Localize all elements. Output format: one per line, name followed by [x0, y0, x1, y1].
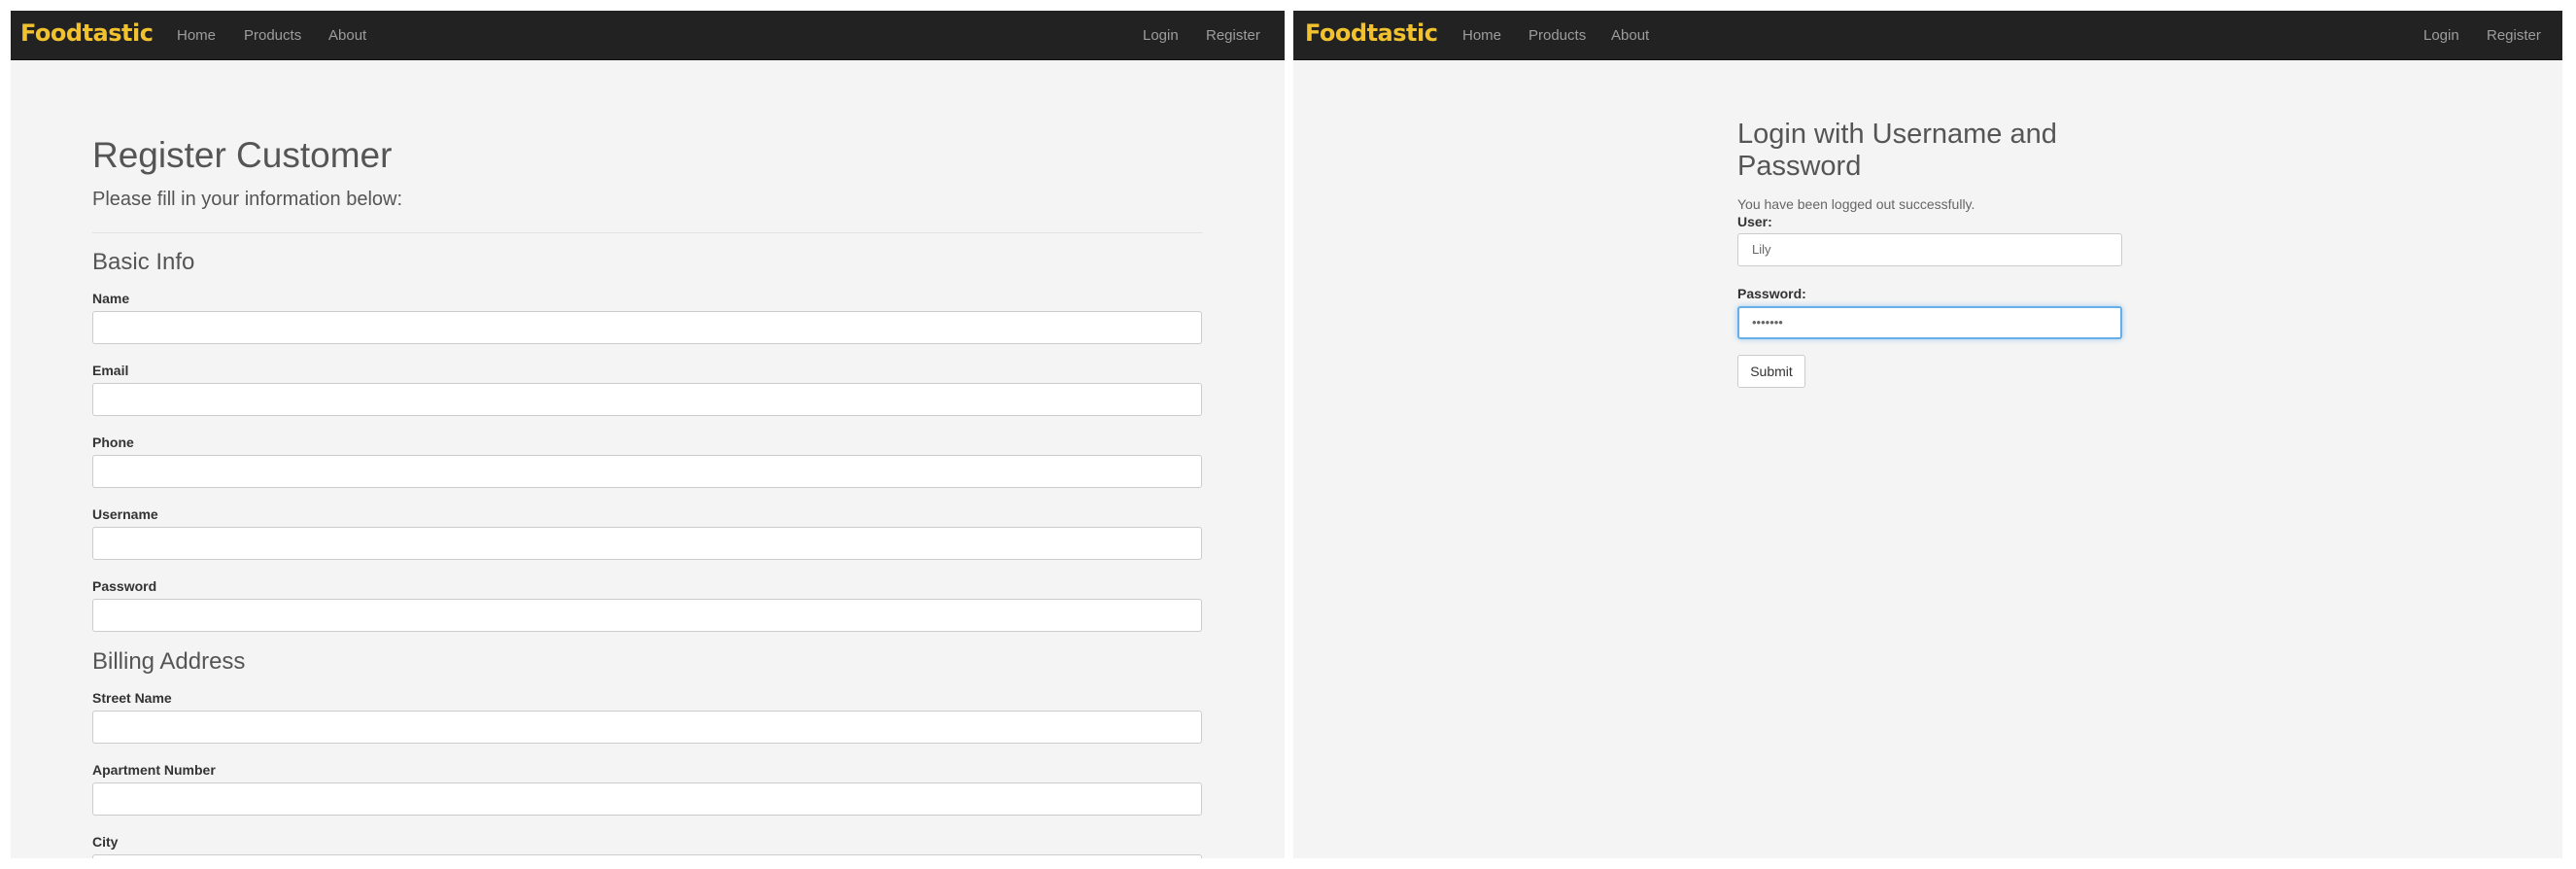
nav-register-link[interactable]: Register — [1206, 27, 1260, 44]
submit-button[interactable]: Submit — [1737, 355, 1805, 388]
name-field[interactable] — [92, 311, 1202, 344]
password-label: Password — [92, 578, 157, 594]
name-label: Name — [92, 291, 130, 306]
password-field[interactable] — [92, 599, 1202, 632]
section-basic-info: Basic Info — [92, 249, 195, 275]
brand-logo[interactable]: Foodtastic — [20, 19, 154, 47]
brand-logo[interactable]: Foodtastic — [1305, 19, 1438, 47]
apartment-number-field[interactable] — [92, 782, 1202, 816]
password-input[interactable]: ••••••• — [1737, 306, 2122, 339]
username-label: Username — [92, 506, 158, 522]
nav-about-link[interactable]: About — [328, 27, 366, 44]
nav-login-link[interactable]: Login — [1143, 27, 1179, 44]
phone-label: Phone — [92, 434, 134, 450]
city-field[interactable] — [92, 854, 1202, 858]
nav-login-link[interactable]: Login — [2423, 27, 2459, 44]
nav-about-link[interactable]: About — [1611, 27, 1649, 44]
phone-field[interactable] — [92, 455, 1202, 488]
nav-home-link[interactable]: Home — [177, 27, 216, 44]
nav-products-link[interactable]: Products — [1528, 27, 1586, 44]
navbar: Foodtastic Home Products About Login Reg… — [1293, 11, 2562, 60]
password-label: Password: — [1737, 286, 1806, 301]
apartment-number-label: Apartment Number — [92, 762, 216, 778]
logout-message: You have been logged out successfully. — [1737, 196, 1975, 212]
nav-register-link[interactable]: Register — [2487, 27, 2541, 44]
login-window: Foodtastic Home Products About Login Reg… — [1293, 11, 2562, 858]
page-subtitle: Please fill in your information below: — [92, 189, 403, 210]
email-label: Email — [92, 363, 129, 378]
divider — [92, 232, 1202, 233]
navbar: Foodtastic Home Products About Login Reg… — [11, 11, 1285, 60]
street-name-field[interactable] — [92, 711, 1202, 744]
street-name-label: Street Name — [92, 690, 172, 706]
login-title: Login with Username and Password — [1737, 119, 2057, 182]
section-billing-address: Billing Address — [92, 648, 246, 675]
page-title: Register Customer — [92, 135, 393, 175]
city-label: City — [92, 834, 119, 850]
user-input[interactable]: Lily — [1737, 233, 2122, 266]
email-field[interactable] — [92, 383, 1202, 416]
username-field[interactable] — [92, 527, 1202, 560]
nav-home-link[interactable]: Home — [1462, 27, 1501, 44]
user-label: User: — [1737, 214, 1772, 229]
nav-products-link[interactable]: Products — [244, 27, 301, 44]
register-window: Foodtastic Home Products About Login Reg… — [11, 11, 1285, 858]
